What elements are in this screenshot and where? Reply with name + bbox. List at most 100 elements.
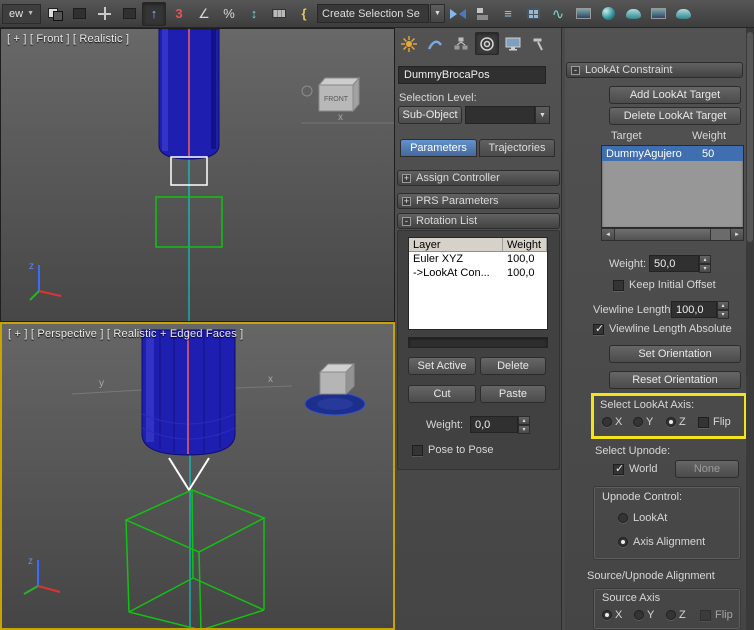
select-object-icon[interactable]: ↑ — [142, 1, 166, 26]
cylinder-object[interactable] — [141, 329, 236, 456]
sub-object-level-combo[interactable] — [465, 106, 535, 124]
viewline-length-spinner[interactable] — [717, 301, 729, 319]
layer-manager-icon[interactable]: ≡ — [496, 2, 520, 26]
schematic-view-icon[interactable] — [571, 2, 595, 26]
viewline-length-field[interactable]: 100,0 — [671, 301, 717, 318]
set-active-button[interactable]: Set Active — [408, 357, 476, 375]
lookat-axis-y-radio[interactable] — [633, 417, 643, 427]
expand-icon[interactable]: + — [402, 196, 411, 206]
source-axis-x-radio[interactable] — [602, 610, 612, 620]
dark-tool-icon[interactable] — [67, 2, 91, 26]
upnode-lookat-radio[interactable] — [618, 513, 628, 523]
upnode-axis-alignment-radio[interactable] — [618, 537, 628, 547]
rollout-prs-parameters[interactable]: + PRS Parameters — [397, 193, 560, 209]
edit-named-selections-icon[interactable]: { — [292, 2, 316, 26]
hierarchy-tab[interactable] — [449, 32, 473, 55]
dark-tool2-icon[interactable] — [117, 2, 141, 26]
render-setup-icon[interactable] — [621, 2, 645, 26]
named-selection-set-combo[interactable]: Create Selection Se — [317, 4, 429, 23]
cut-button[interactable]: Cut — [408, 385, 476, 403]
source-axis-z-radio[interactable] — [666, 610, 676, 620]
modify-tab[interactable] — [423, 32, 447, 55]
weight-column-header[interactable]: Weight — [503, 238, 547, 251]
upnode-none-button[interactable]: None — [675, 460, 739, 478]
delete-lookat-target-button[interactable]: Delete LookAt Target — [609, 107, 741, 125]
graphite-tools-icon[interactable] — [521, 2, 545, 26]
motion-tab[interactable] — [475, 32, 499, 55]
viewport-front[interactable]: x FRONT z [ +] [Front] [Realistic] — [0, 28, 395, 322]
spinner-down-icon[interactable] — [699, 264, 711, 273]
keyboard-override-icon[interactable] — [267, 2, 291, 26]
spinner-up-icon[interactable] — [699, 255, 711, 264]
weight-spinner[interactable] — [518, 416, 530, 434]
viewport-label[interactable]: [ + ] [ Perspective ] [ Realistic + Edge… — [8, 328, 243, 340]
layer-column-header[interactable]: Layer — [409, 238, 503, 251]
selection-set-icon[interactable] — [42, 2, 66, 26]
curve-editor-icon[interactable]: ∿ — [546, 2, 570, 26]
tab-trajectories[interactable]: Trajectories — [479, 139, 555, 157]
combo-dropdown-button[interactable]: ▼ — [430, 4, 445, 23]
collapse-icon[interactable]: - — [571, 65, 580, 75]
spinner-down-icon[interactable] — [518, 425, 530, 434]
viewline-absolute-checkbox[interactable] — [593, 322, 604, 335]
lookat-axis-z-radio[interactable] — [666, 417, 676, 427]
tab-parameters[interactable]: Parameters — [400, 139, 477, 157]
pose-to-pose-checkbox[interactable] — [412, 445, 423, 456]
rotation-list-row[interactable]: ->LookAt Con... 100,0 — [409, 266, 547, 280]
material-editor-icon[interactable] — [596, 2, 620, 26]
lookat-axis-x-radio[interactable] — [602, 417, 612, 427]
sub-object-combo-dropdown[interactable]: ▼ — [535, 106, 550, 124]
render-icon[interactable] — [671, 2, 695, 26]
rollout-lookat-constraint[interactable]: - LookAt Constraint — [566, 62, 743, 78]
target-list-hscrollbar[interactable]: ◄ ► — [601, 228, 744, 241]
object-name-field[interactable]: DummyBrocaPos — [398, 66, 546, 84]
collapse-icon[interactable]: - — [402, 216, 411, 226]
angle-snap-icon[interactable]: ∠ — [192, 2, 216, 26]
lookat-flip-checkbox[interactable] — [698, 417, 709, 428]
spinner-up-icon[interactable] — [717, 301, 729, 310]
clipped-menu[interactable]: ew ▼ — [2, 3, 41, 24]
panel-vscrollbar[interactable] — [746, 28, 754, 630]
sub-object-button[interactable]: Sub-Object — [398, 106, 462, 124]
create-tab[interactable] — [397, 32, 421, 55]
viewport-perspective[interactable]: y x z [+] [Perspective] [Realistic … — [0, 322, 395, 630]
viewport-label[interactable]: [ + ] [ Front ] [ Realistic ] — [7, 33, 129, 45]
snap-toggle-3d-icon[interactable]: 3 — [167, 2, 191, 26]
scroll-left-icon[interactable]: ◄ — [602, 229, 615, 240]
set-orientation-button[interactable]: Set Orientation — [609, 345, 741, 363]
target-weight-spinner[interactable] — [699, 255, 711, 273]
rollout-assign-controller[interactable]: + Assign Controller — [397, 170, 560, 186]
scroll-right-icon[interactable]: ► — [730, 229, 743, 240]
delete-layer-button[interactable]: Delete — [480, 357, 546, 375]
world-upnode-checkbox[interactable] — [613, 462, 624, 475]
rendered-frame-icon[interactable] — [646, 2, 670, 26]
utilities-tab[interactable] — [527, 32, 551, 55]
source-flip-checkbox[interactable] — [700, 610, 711, 621]
scrollbar-thumb[interactable] — [747, 32, 753, 242]
rollout-rotation-list[interactable]: - Rotation List — [397, 213, 560, 229]
keep-initial-offset-checkbox[interactable] — [613, 280, 624, 291]
mirror-icon[interactable] — [446, 2, 470, 26]
reset-orientation-button[interactable]: Reset Orientation — [609, 371, 741, 389]
rotation-list-row[interactable]: Euler XYZ 100,0 — [409, 252, 547, 266]
spinner-up-icon[interactable] — [518, 416, 530, 425]
transform-gizmo-icon[interactable] — [92, 2, 116, 26]
target-weight-field[interactable]: 50,0 — [649, 255, 699, 272]
lookat-target-list[interactable]: DummyAgujero 50 — [601, 145, 744, 228]
align-icon[interactable] — [471, 2, 495, 26]
display-tab[interactable] — [501, 32, 525, 55]
front-viewport-canvas[interactable]: x FRONT z — [1, 29, 394, 321]
percent-snap-icon[interactable]: % — [217, 2, 241, 26]
cylinder-object[interactable] — [158, 29, 220, 160]
source-axis-y-radio[interactable] — [634, 610, 644, 620]
weight-spinner-field[interactable]: 0,0 — [470, 416, 518, 433]
rotation-layer-list[interactable]: Layer Weight Euler XYZ 100,0 ->LookAt Co… — [408, 237, 548, 330]
add-lookat-target-button[interactable]: Add LookAt Target — [609, 86, 741, 104]
perspective-viewport-canvas[interactable]: y x z — [2, 324, 393, 628]
scrollbar-thumb[interactable] — [615, 229, 711, 240]
expand-icon[interactable]: + — [402, 173, 411, 183]
spinner-snap-icon[interactable]: ↕ — [242, 2, 266, 26]
target-list-row-selected[interactable]: DummyAgujero 50 — [602, 146, 743, 161]
spinner-down-icon[interactable] — [717, 310, 729, 319]
paste-button[interactable]: Paste — [480, 385, 546, 403]
